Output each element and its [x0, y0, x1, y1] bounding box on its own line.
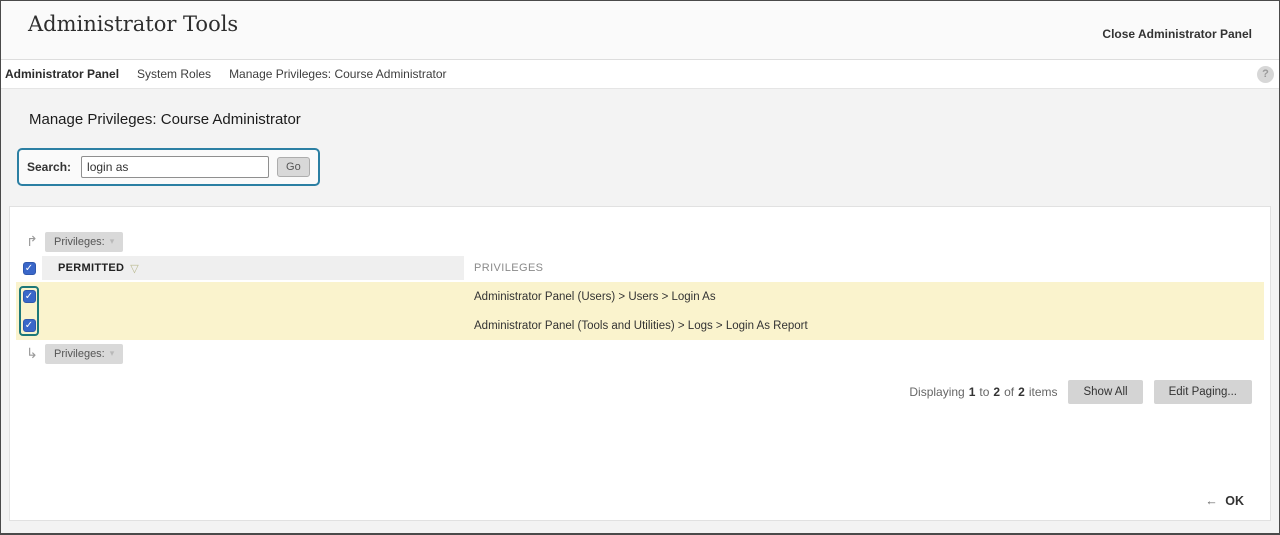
- permitted-header-cell[interactable]: PERMITTED ▽: [42, 256, 464, 280]
- bottom-action-bar: ↳ Privileges: ▾: [24, 343, 1264, 364]
- check-icon: ✓: [25, 263, 33, 274]
- privileges-action-label: Privileges:: [54, 348, 105, 360]
- row-privilege-path: Administrator Panel (Tools and Utilities…: [464, 311, 1264, 340]
- sort-caret-icon: ▽: [130, 262, 138, 275]
- select-all-cell: ✓: [16, 256, 42, 280]
- check-icon: ✓: [25, 320, 33, 331]
- search-box: Search: Go: [17, 148, 320, 186]
- app-title: Administrator Tools: [28, 12, 238, 36]
- row-permitted-cell: [42, 282, 464, 311]
- table-row: ✓ Administrator Panel (Users) > Users > …: [16, 282, 1264, 311]
- ok-button[interactable]: ← OK: [1205, 494, 1244, 508]
- page-title: Manage Privileges: Course Administrator: [29, 111, 1279, 128]
- row-privilege-path: Administrator Panel (Users) > Users > Lo…: [464, 282, 1264, 311]
- breadcrumb-administrator-panel[interactable]: Administrator Panel: [5, 67, 119, 81]
- breadcrumb-manage-privileges: Manage Privileges: Course Administrator: [229, 67, 446, 81]
- pagination-total: 2: [1018, 385, 1025, 399]
- permitted-column-label: PERMITTED: [58, 262, 124, 274]
- close-administrator-panel-button[interactable]: Close Administrator Panel: [1102, 27, 1252, 41]
- top-action-bar: ↱ Privileges: ▾: [24, 231, 1264, 252]
- left-arrow-icon: ←: [1205, 494, 1218, 508]
- privileges-list-panel: ↱ Privileges: ▾ ✓ PERMITTED ▽ PRIVILEGES: [9, 206, 1271, 521]
- privileges-action-button-bottom[interactable]: Privileges: ▾: [45, 344, 123, 364]
- top-header: Administrator Tools Close Administrator …: [1, 1, 1279, 60]
- privileges-column-label: PRIVILEGES: [474, 262, 543, 274]
- row-checkbox[interactable]: ✓: [23, 319, 36, 332]
- breadcrumb-system-roles[interactable]: System Roles: [137, 67, 211, 81]
- pagination-prefix: Displaying: [909, 385, 964, 399]
- row-checkbox-cell: ✓: [16, 282, 42, 311]
- pagination-end: 2: [993, 385, 1000, 399]
- breadcrumb: Administrator Panel System Roles Manage …: [1, 60, 1279, 89]
- pagination-summary: Displaying 1 to 2 of 2 items: [909, 385, 1057, 399]
- chevron-down-icon: ▾: [110, 348, 115, 359]
- table-row: ✓ Administrator Panel (Tools and Utiliti…: [16, 311, 1264, 340]
- branch-arrow-down-icon: ↳: [24, 345, 40, 362]
- pagination-of: of: [1004, 385, 1014, 399]
- pagination-bar: Displaying 1 to 2 of 2 items Show All Ed…: [16, 380, 1264, 404]
- administrator-tools-window: Administrator Tools Close Administrator …: [0, 0, 1280, 535]
- chevron-down-icon: ▾: [110, 236, 115, 247]
- privileges-action-button-top[interactable]: Privileges: ▾: [45, 232, 123, 252]
- pagination-suffix: items: [1029, 385, 1058, 399]
- row-permitted-cell: [42, 311, 464, 340]
- pagination-to: to: [979, 385, 989, 399]
- branch-arrow-up-icon: ↱: [24, 233, 40, 250]
- search-label: Search:: [27, 160, 71, 174]
- row-checkbox[interactable]: ✓: [23, 290, 36, 303]
- result-rows: ✓ Administrator Panel (Users) > Users > …: [16, 282, 1264, 340]
- privileges-header-cell: PRIVILEGES: [464, 256, 1264, 280]
- table-header-row: ✓ PERMITTED ▽ PRIVILEGES: [16, 256, 1264, 280]
- search-input[interactable]: [81, 156, 269, 178]
- help-icon[interactable]: ?: [1257, 66, 1274, 83]
- privileges-action-label: Privileges:: [54, 236, 105, 248]
- select-all-checkbox[interactable]: ✓: [23, 262, 36, 275]
- row-checkbox-cell: ✓: [16, 311, 42, 340]
- pagination-start: 1: [969, 385, 976, 399]
- content-area: Manage Privileges: Course Administrator …: [1, 89, 1279, 533]
- edit-paging-button[interactable]: Edit Paging...: [1154, 380, 1252, 404]
- show-all-button[interactable]: Show All: [1068, 380, 1142, 404]
- check-icon: ✓: [25, 291, 33, 302]
- ok-label: OK: [1225, 494, 1244, 508]
- search-go-button[interactable]: Go: [277, 157, 310, 177]
